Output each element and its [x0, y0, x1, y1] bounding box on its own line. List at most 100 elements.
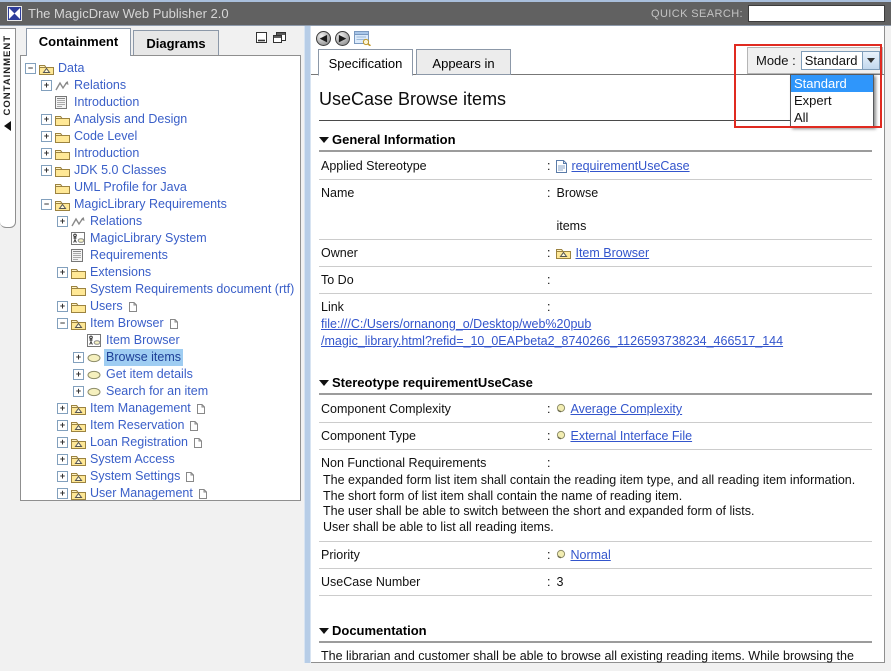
- containment-collapse-tab[interactable]: CONTAINMENT: [0, 28, 16, 228]
- expand-node-icon[interactable]: +: [41, 114, 52, 125]
- mode-dropdown-button[interactable]: [862, 52, 879, 69]
- collapse-node-icon[interactable]: −: [25, 63, 36, 74]
- expand-node-icon[interactable]: +: [57, 420, 68, 431]
- tree-item[interactable]: + Search for an item: [25, 383, 298, 400]
- tree-item-label[interactable]: System Requirements document (rtf): [88, 281, 296, 298]
- tree-item-label[interactable]: UML Profile for Java: [72, 179, 189, 196]
- mode-select[interactable]: Standard: [801, 51, 880, 70]
- component-complexity-link[interactable]: Average Complexity: [570, 402, 682, 416]
- expand-node-icon[interactable]: +: [57, 488, 68, 499]
- tree-item-label[interactable]: MagicLibrary Requirements: [72, 196, 229, 213]
- applied-stereotype-link[interactable]: requirementUseCase: [571, 159, 689, 173]
- component-type-link[interactable]: External Interface File: [570, 429, 692, 443]
- tree-item-label[interactable]: Introduction: [72, 145, 141, 162]
- collapse-node-icon[interactable]: −: [57, 318, 68, 329]
- expand-node-icon[interactable]: +: [57, 471, 68, 482]
- expand-node-icon[interactable]: +: [57, 454, 68, 465]
- tree-item[interactable]: + JDK 5.0 Classes: [25, 162, 298, 179]
- tree-item-label[interactable]: System Access: [88, 451, 177, 468]
- owner-link[interactable]: Item Browser: [575, 246, 649, 260]
- spec-link-line2[interactable]: /magic_library.html?refid=_10_0EAPbeta2_…: [321, 333, 783, 350]
- tree-item-label[interactable]: User Management: [88, 485, 195, 501]
- expand-node-icon[interactable]: +: [41, 80, 52, 91]
- tree-item[interactable]: + Relations: [25, 213, 298, 230]
- expand-node-icon[interactable]: +: [73, 369, 84, 380]
- expand-node-icon[interactable]: +: [57, 437, 68, 448]
- tree-item[interactable]: + Item Management: [25, 400, 298, 417]
- tree-item[interactable]: + Loan Registration: [25, 434, 298, 451]
- tree-item[interactable]: − Item Browser: [25, 315, 298, 332]
- expand-node-icon[interactable]: +: [57, 301, 68, 312]
- tree-item-label[interactable]: Relations: [72, 77, 128, 94]
- tree-item-label[interactable]: Loan Registration: [88, 434, 190, 451]
- expand-node-icon[interactable]: +: [41, 148, 52, 159]
- tab-diagrams[interactable]: Diagrams: [133, 30, 219, 56]
- tree-item[interactable]: + Users: [25, 298, 298, 315]
- tab-containment[interactable]: Containment: [26, 28, 131, 56]
- tree-item-label[interactable]: JDK 5.0 Classes: [72, 162, 168, 179]
- collapse-node-icon[interactable]: −: [41, 199, 52, 210]
- tree-item[interactable]: + System Access: [25, 451, 298, 468]
- tree-item-label[interactable]: Item Browser: [104, 332, 182, 349]
- tree-item[interactable]: − MagicLibrary Requirements: [25, 196, 298, 213]
- tree-item-label[interactable]: System Settings: [88, 468, 182, 485]
- section-header[interactable]: Stereotype requirementUseCase: [319, 372, 872, 393]
- tree-item-label[interactable]: MagicLibrary System: [88, 230, 209, 247]
- tab-specification[interactable]: Specification: [318, 49, 413, 76]
- tree-item-label[interactable]: Analysis and Design: [72, 111, 189, 128]
- spec-link-line1[interactable]: file:///C:/Users/ornanong_o/Desktop/web%…: [321, 316, 591, 333]
- tree-item[interactable]: + Code Level: [25, 128, 298, 145]
- tree-item[interactable]: + Relations: [25, 77, 298, 94]
- tree-item[interactable]: + Extensions: [25, 264, 298, 281]
- mode-option[interactable]: Expert: [791, 92, 873, 109]
- find-in-tree-icon[interactable]: [354, 31, 371, 46]
- tree-item-label[interactable]: Browse items: [104, 349, 183, 366]
- tree-item[interactable]: Requirements: [25, 247, 298, 264]
- back-icon[interactable]: ◀: [316, 31, 331, 46]
- tree-item[interactable]: System Requirements document (rtf): [25, 281, 298, 298]
- expand-node-icon[interactable]: +: [73, 352, 84, 363]
- section-header[interactable]: Documentation: [319, 620, 872, 641]
- tree-item[interactable]: + System Settings: [25, 468, 298, 485]
- tree-item[interactable]: + Item Reservation: [25, 417, 298, 434]
- restore-icon[interactable]: [273, 32, 286, 43]
- tree-item[interactable]: + Analysis and Design: [25, 111, 298, 128]
- tree-item-label[interactable]: Introduction: [72, 94, 141, 111]
- tree-item-label[interactable]: Item Reservation: [88, 417, 186, 434]
- tree-item[interactable]: + Browse items: [25, 349, 298, 366]
- tree-item-label[interactable]: Item Browser: [88, 315, 166, 332]
- expand-node-icon[interactable]: +: [73, 386, 84, 397]
- tab-appears-in[interactable]: Appears in: [416, 49, 511, 75]
- package-icon: [71, 454, 88, 466]
- tree-item-label[interactable]: Relations: [88, 213, 144, 230]
- tree-item-label[interactable]: Data: [56, 60, 86, 77]
- tree-item[interactable]: − Data: [25, 60, 298, 77]
- minimize-icon[interactable]: [256, 32, 267, 43]
- tree-item-label[interactable]: Extensions: [88, 264, 153, 281]
- tree-item[interactable]: UML Profile for Java: [25, 179, 298, 196]
- tree-item-label[interactable]: Item Management: [88, 400, 193, 417]
- section-header[interactable]: General Information: [319, 129, 872, 150]
- tree-item[interactable]: Introduction: [25, 94, 298, 111]
- tree-item-label[interactable]: Code Level: [72, 128, 139, 145]
- expand-node-icon[interactable]: +: [41, 131, 52, 142]
- tree-item[interactable]: + Introduction: [25, 145, 298, 162]
- tree-item[interactable]: + Get item details: [25, 366, 298, 383]
- quick-search-input[interactable]: [748, 5, 885, 22]
- tree-item-label[interactable]: Users: [88, 298, 125, 315]
- expand-node-icon[interactable]: +: [57, 403, 68, 414]
- mode-option[interactable]: Standard: [791, 75, 873, 92]
- forward-icon[interactable]: ▶: [335, 31, 350, 46]
- tree-item-label[interactable]: Get item details: [104, 366, 195, 383]
- tree-item[interactable]: + User Management: [25, 485, 298, 501]
- expand-node-icon[interactable]: +: [41, 165, 52, 176]
- mode-option[interactable]: All: [791, 109, 873, 126]
- tree-item-label[interactable]: Search for an item: [104, 383, 210, 400]
- panel-splitter[interactable]: [304, 26, 311, 663]
- tree-item[interactable]: Item Browser: [25, 332, 298, 349]
- priority-link[interactable]: Normal: [570, 548, 610, 562]
- expand-node-icon[interactable]: +: [57, 216, 68, 227]
- tree-item[interactable]: MagicLibrary System: [25, 230, 298, 247]
- expand-node-icon[interactable]: +: [57, 267, 68, 278]
- tree-item-label[interactable]: Requirements: [88, 247, 170, 264]
